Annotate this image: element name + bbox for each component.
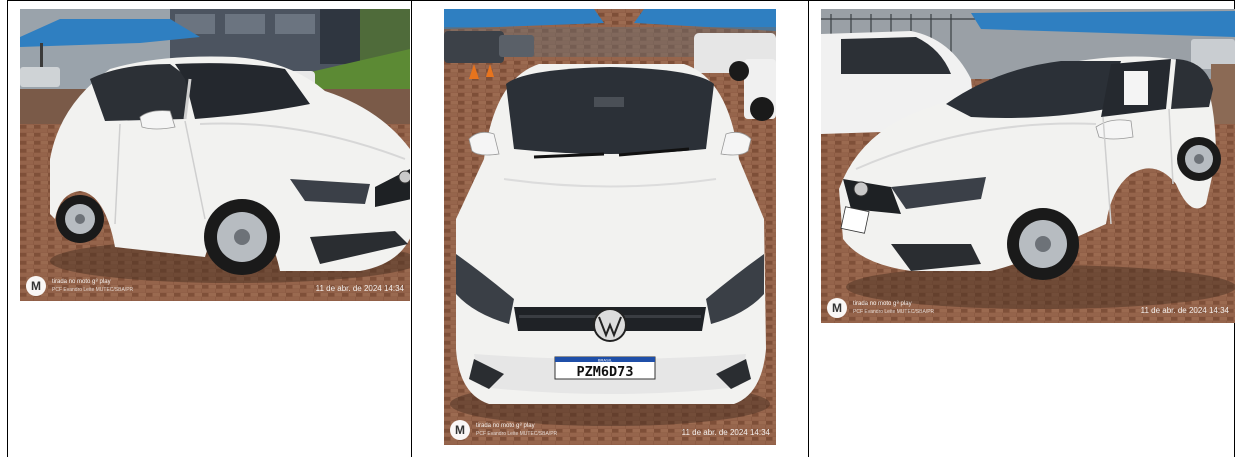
motorola-logo-icon: M xyxy=(827,298,847,318)
license-plate-number: PZM6D73 xyxy=(577,364,634,380)
watermark-author-text: PCF Evandro Leite MUTEC/SBA/PR xyxy=(476,431,558,437)
watermark-author-text: PCF Evandro Leite MUTEC/SBA/PR xyxy=(853,309,935,315)
car-photo-side-front-left-image xyxy=(20,9,410,301)
watermark-device-text: tirada no moto g⁸ play xyxy=(52,279,111,285)
motorola-logo-icon: M xyxy=(450,420,470,440)
watermark-device-text: tirada no moto g⁸ play xyxy=(853,301,912,307)
car-photo-front: BRASIL PZM6D73 M tirada no moto g⁸ play … xyxy=(444,9,776,445)
photo-timestamp: 11 de abr. de 2024 14:34 xyxy=(1140,306,1229,315)
car-photo-side-front-right: M tirada no moto g⁸ play PCF Evandro Lei… xyxy=(821,9,1235,323)
photo-timestamp: 11 de abr. de 2024 14:34 xyxy=(315,284,404,293)
photo-grid-table: M tirada no moto g⁸ play PCF Evandro Lei… xyxy=(7,0,1235,457)
watermark-device-text: tirada no moto g⁸ play xyxy=(476,423,535,429)
photo-timestamp: 11 de abr. de 2024 14:34 xyxy=(681,428,770,437)
photo-watermark: M tirada no moto g⁸ play PCF Evandro Lei… xyxy=(20,271,410,301)
photo-watermark: M tirada no moto g⁸ play PCF Evandro Lei… xyxy=(821,293,1235,323)
car-photo-side-front-left: M tirada no moto g⁸ play PCF Evandro Lei… xyxy=(20,9,410,301)
car-photo-front-image: BRASIL PZM6D73 xyxy=(444,9,776,445)
watermark-author-text: PCF Evandro Leite MUTEC/SBA/PR xyxy=(52,287,134,293)
motorola-logo-icon: M xyxy=(26,276,46,296)
photo-cell-left: M tirada no moto g⁸ play PCF Evandro Lei… xyxy=(7,0,412,457)
plate-country-text: BRASIL xyxy=(598,358,613,363)
photo-cell-middle: BRASIL PZM6D73 M tirada no moto g⁸ play … xyxy=(411,0,809,457)
photo-cell-right: M tirada no moto g⁸ play PCF Evandro Lei… xyxy=(808,0,1235,457)
photo-watermark: M tirada no moto g⁸ play PCF Evandro Lei… xyxy=(444,415,776,445)
car-photo-side-front-right-image xyxy=(821,9,1235,323)
document-page: M tirada no moto g⁸ play PCF Evandro Lei… xyxy=(0,0,1235,457)
